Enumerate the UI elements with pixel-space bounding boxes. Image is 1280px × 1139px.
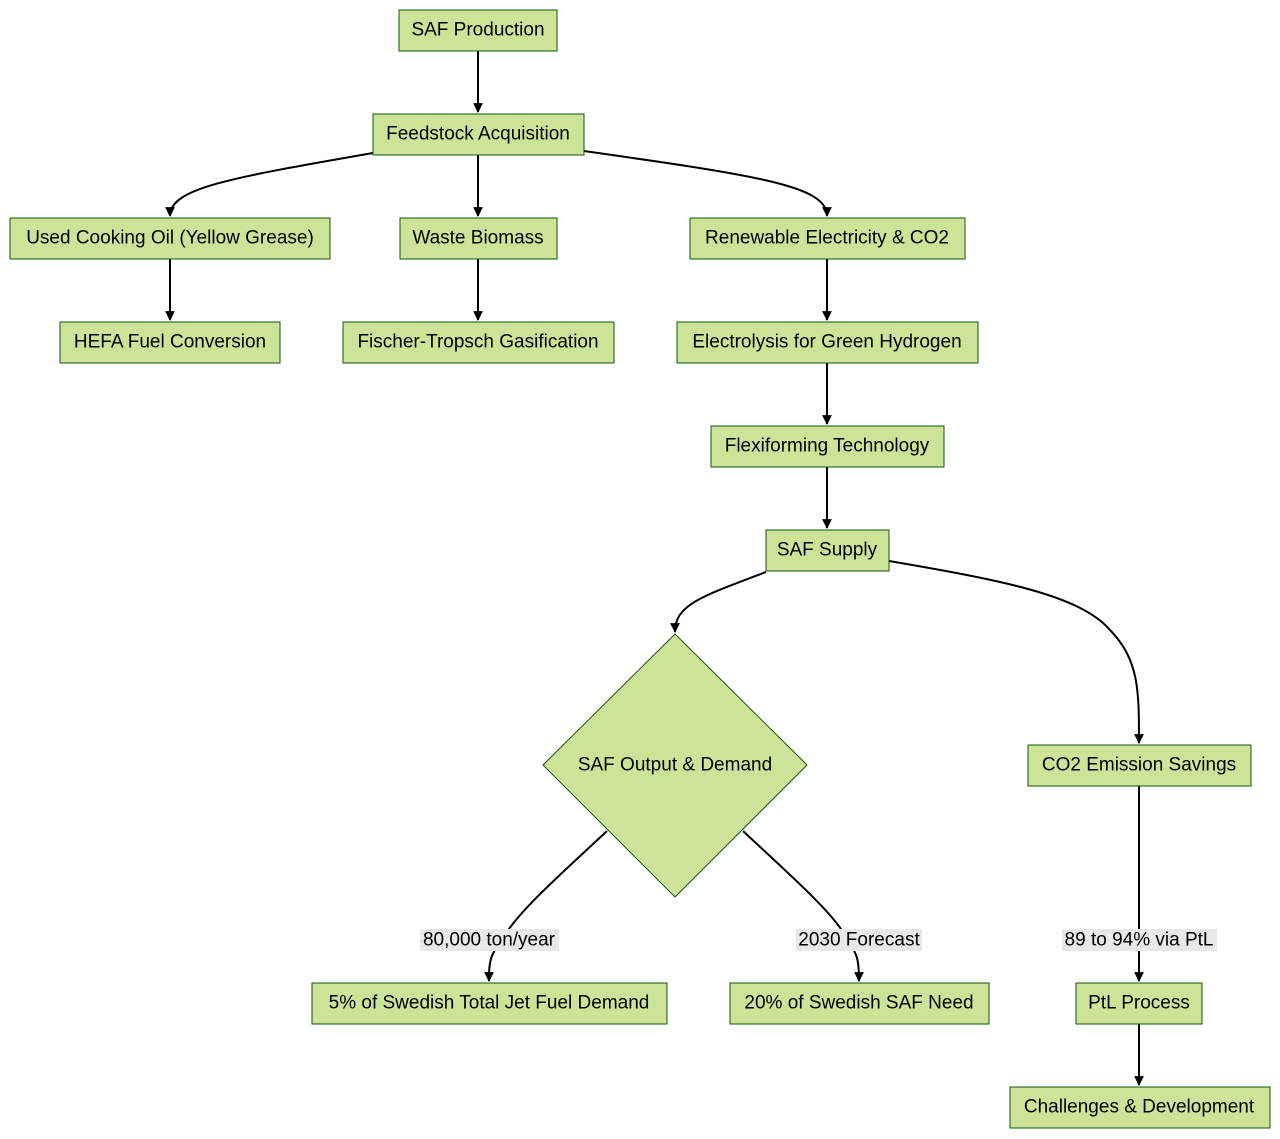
edge-feedstock-cooking-oil bbox=[165, 152, 374, 217]
svg-text:SAF Production: SAF Production bbox=[411, 20, 544, 41]
svg-text:SAF Output & Demand: SAF Output & Demand bbox=[578, 755, 772, 776]
svg-text:Flexiforming Technology: Flexiforming Technology bbox=[725, 436, 930, 457]
node-saf-supply[interactable]: SAF Supply bbox=[765, 529, 890, 572]
node-flexiforming[interactable]: Flexiforming Technology bbox=[710, 425, 945, 468]
node-fischer-tropsch[interactable]: Fischer-Tropsch Gasification bbox=[342, 321, 615, 364]
edge-supply-output bbox=[670, 571, 767, 633]
svg-text:Feedstock Acquisition: Feedstock Acquisition bbox=[386, 124, 570, 145]
edge-feedstock-electricity bbox=[583, 150, 832, 217]
svg-text:Electrolysis for Green Hydroge: Electrolysis for Green Hydrogen bbox=[692, 332, 961, 353]
node-challenges[interactable]: Challenges & Development bbox=[1009, 1086, 1271, 1129]
svg-text:Renewable Electricity & CO2: Renewable Electricity & CO2 bbox=[705, 228, 949, 249]
svg-text:Waste Biomass: Waste Biomass bbox=[412, 228, 543, 249]
svg-text:Fischer-Tropsch Gasification: Fischer-Tropsch Gasification bbox=[357, 332, 598, 353]
node-electrolysis[interactable]: Electrolysis for Green Hydrogen bbox=[676, 321, 979, 364]
edge-label-text: 89 to 94% via PtL bbox=[1065, 930, 1214, 951]
node-waste-biomass[interactable]: Waste Biomass bbox=[399, 217, 558, 260]
edge-label-text: 80,000 ton/year bbox=[423, 930, 556, 951]
svg-text:Used Cooking Oil (Yellow Greas: Used Cooking Oil (Yellow Grease) bbox=[26, 228, 314, 249]
node-ptl-process[interactable]: PtL Process bbox=[1075, 982, 1203, 1025]
edge-label-jet-fuel: 80,000 ton/year bbox=[420, 929, 559, 951]
node-used-cooking-oil[interactable]: Used Cooking Oil (Yellow Grease) bbox=[9, 217, 331, 260]
node-co2-savings[interactable]: CO2 Emission Savings bbox=[1027, 744, 1252, 787]
edge-label-text: 2030 Forecast bbox=[798, 930, 920, 951]
node-hefa[interactable]: HEFA Fuel Conversion bbox=[59, 321, 281, 364]
nodes: SAF Production Feedstock Acquisition Use… bbox=[9, 9, 1271, 1129]
svg-text:HEFA Fuel Conversion: HEFA Fuel Conversion bbox=[74, 332, 266, 353]
node-swedish-saf-need[interactable]: 20% of Swedish SAF Need bbox=[729, 982, 990, 1025]
svg-text:CO2 Emission Savings: CO2 Emission Savings bbox=[1042, 755, 1236, 776]
edge-supply-savings bbox=[888, 560, 1144, 744]
edge-output-jet-fuel bbox=[484, 830, 608, 982]
node-saf-production[interactable]: SAF Production bbox=[398, 9, 558, 52]
svg-text:Challenges & Development: Challenges & Development bbox=[1024, 1097, 1255, 1118]
node-renewable-electricity[interactable]: Renewable Electricity & CO2 bbox=[689, 217, 966, 260]
edge-output-saf-need bbox=[742, 830, 864, 982]
node-feedstock-acquisition[interactable]: Feedstock Acquisition bbox=[372, 113, 585, 156]
svg-text:20% of Swedish SAF Need: 20% of Swedish SAF Need bbox=[744, 993, 973, 1014]
node-swedish-jet-fuel[interactable]: 5% of Swedish Total Jet Fuel Demand bbox=[311, 982, 668, 1025]
svg-text:5% of Swedish Total Jet Fuel D: 5% of Swedish Total Jet Fuel Demand bbox=[329, 993, 650, 1014]
edge-label-ptl: 89 to 94% via PtL bbox=[1062, 929, 1217, 951]
edge-label-saf-need: 2030 Forecast bbox=[796, 929, 922, 951]
svg-text:SAF Supply: SAF Supply bbox=[777, 540, 878, 561]
edge-labels: 80,000 ton/year 2030 Forecast 89 to 94% … bbox=[420, 929, 1217, 951]
node-saf-output-demand-decision[interactable]: SAF Output & Demand bbox=[542, 633, 808, 898]
flowchart: 80,000 ton/year 2030 Forecast 89 to 94% … bbox=[9, 9, 1271, 1129]
svg-text:PtL Process: PtL Process bbox=[1088, 993, 1190, 1014]
edges bbox=[165, 51, 1144, 1086]
